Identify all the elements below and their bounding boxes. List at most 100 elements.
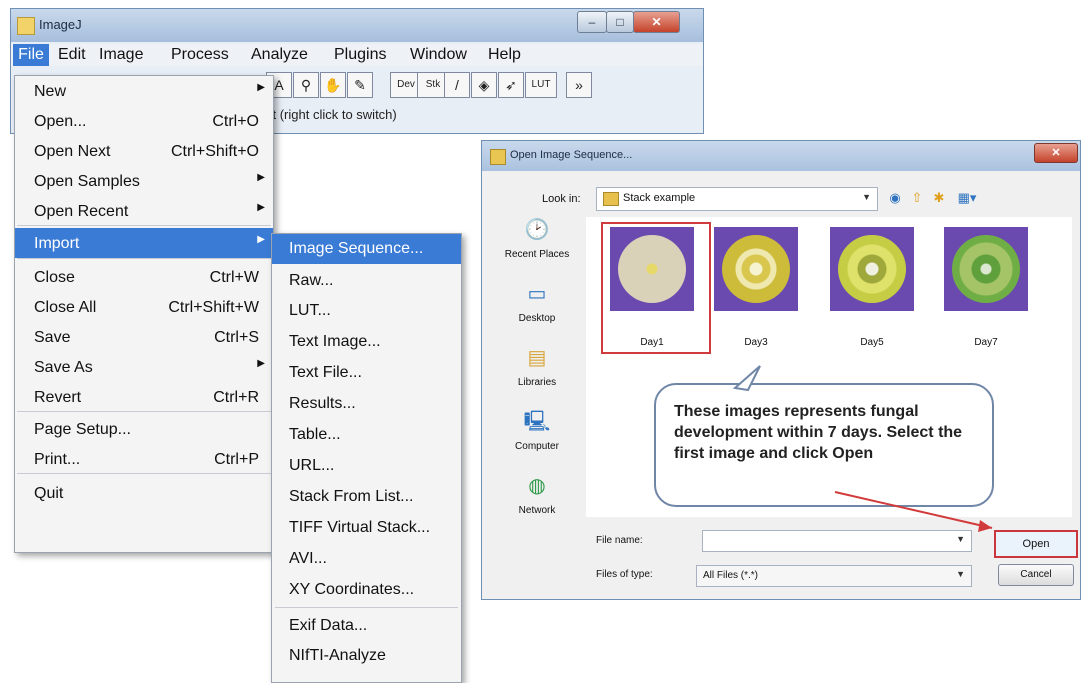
file-name: Day1 xyxy=(640,337,664,348)
file-menu-item[interactable]: Page Setup... xyxy=(15,414,273,444)
menu-item-label: TIFF Virtual Stack... xyxy=(289,519,431,536)
more-tools-icon[interactable]: » xyxy=(566,72,592,98)
file-thumbnail[interactable]: Day3 xyxy=(714,227,798,348)
menu-image[interactable]: Image xyxy=(99,44,143,66)
import-menu-item[interactable]: Raw... xyxy=(272,266,461,296)
folder-icon xyxy=(603,192,619,206)
imagej-app-icon xyxy=(17,17,35,35)
file-menu-item[interactable]: New ▶ xyxy=(15,76,273,106)
import-menu-item[interactable]: URL... xyxy=(272,451,461,481)
look-in-label: Look in: xyxy=(542,193,581,205)
menu-item-label: Save xyxy=(34,329,71,346)
petri-dish-image xyxy=(838,235,906,303)
import-menu-item[interactable]: XY Coordinates... xyxy=(272,575,461,605)
look-in-select[interactable]: Stack example ▼ xyxy=(596,187,878,211)
brush-icon[interactable]: / xyxy=(444,72,470,98)
menu-item-label: Quit xyxy=(34,485,64,502)
minimize-icon[interactable]: – xyxy=(577,11,607,33)
menu-separator xyxy=(17,258,271,259)
cancel-button[interactable]: Cancel xyxy=(998,564,1074,586)
file-thumbnail[interactable]: Day5 xyxy=(830,227,914,348)
file-menu-item[interactable]: Save Ctrl+S xyxy=(15,322,273,352)
import-menu-item[interactable]: Table... xyxy=(272,420,461,450)
menu-item-label: LUT... xyxy=(289,302,331,319)
chevron-down-icon: ▼ xyxy=(956,569,965,579)
place-item[interactable]: ▭ Desktop xyxy=(494,281,580,341)
places-bar: 🕑 Recent Places ▭ Desktop ▤ Libraries 🖳 Compute… xyxy=(494,217,580,537)
flood-fill-icon[interactable]: ◈ xyxy=(471,72,497,98)
open-image-sequence-dialog: Open Image Sequence... ✕ Look in: Stack … xyxy=(481,140,1081,600)
views-menu-icon[interactable]: ▦▾ xyxy=(952,189,982,207)
files-of-type-label: Files of type: xyxy=(596,569,653,580)
import-menu-item[interactable]: NIfTI-Analyze xyxy=(272,641,461,671)
import-menu-item[interactable]: Exif Data... xyxy=(272,611,461,641)
file-menu-item[interactable]: Open Next Ctrl+Shift+O xyxy=(15,136,273,166)
computer-icon: 🖳 xyxy=(523,411,551,433)
file-menu-item[interactable]: Print... Ctrl+P xyxy=(15,444,273,474)
import-menu-item[interactable]: Image Sequence... xyxy=(272,234,461,264)
files-of-type-value: All Files (*.*) xyxy=(703,570,759,581)
file-menu-item[interactable]: Open Samples ▶ xyxy=(15,166,273,196)
new-folder-icon[interactable]: ✱ xyxy=(930,189,948,207)
file-menu: New ▶ Open... Ctrl+O Open Next Ctrl+Shift+O Op… xyxy=(14,75,274,553)
import-menu-item[interactable]: Text File... xyxy=(272,358,461,388)
file-name-label: File name: xyxy=(596,535,643,546)
dialog-titlebar[interactable]: Open Image Sequence... ✕ xyxy=(482,141,1080,171)
menu-item-label: Open Recent xyxy=(34,203,129,220)
import-menu-item[interactable]: LUT... xyxy=(272,296,461,326)
menu-item-label: Open... xyxy=(34,113,87,130)
place-item[interactable]: ◍ Network xyxy=(494,473,580,533)
file-menu-item[interactable]: Save As ▶ xyxy=(15,352,273,382)
place-label: Libraries xyxy=(517,377,557,388)
menu-file[interactable]: File xyxy=(13,44,49,66)
maximize-icon[interactable]: □ xyxy=(606,11,634,33)
import-menu-item[interactable]: Stack From List... xyxy=(272,482,461,512)
menu-item-shortcut: Ctrl+Shift+O xyxy=(170,143,259,160)
file-thumbnail[interactable]: Day1 xyxy=(610,227,694,348)
menu-help[interactable]: Help xyxy=(488,44,521,66)
up-folder-icon[interactable]: ⇧ xyxy=(908,189,926,207)
file-menu-item[interactable]: Import ▶ xyxy=(15,228,273,258)
place-item[interactable]: 🖳 Computer xyxy=(494,409,580,469)
menu-process[interactable]: Process xyxy=(171,44,229,66)
import-menu-item[interactable]: Results... xyxy=(272,389,461,419)
import-menu-item[interactable]: TIFF Virtual Stack... xyxy=(272,513,461,543)
magnifier-icon[interactable]: ⚲ xyxy=(293,72,319,98)
file-name-input[interactable]: ▼ xyxy=(702,530,972,552)
file-menu-item[interactable]: Open Recent ▶ xyxy=(15,196,273,226)
import-menu-item[interactable]: Text Image... xyxy=(272,327,461,357)
file-menu-item[interactable]: Quit xyxy=(15,478,273,508)
file-thumbnail[interactable]: Day7 xyxy=(944,227,1028,348)
back-icon[interactable]: ◉ xyxy=(886,189,904,207)
menu-window[interactable]: Window xyxy=(410,44,467,66)
petri-dish-image xyxy=(722,235,790,303)
file-menu-item[interactable]: Close Ctrl+W xyxy=(15,262,273,292)
file-menu-item[interactable]: Revert Ctrl+R xyxy=(15,382,273,412)
network-icon: ◍ xyxy=(528,475,546,497)
menu-edit[interactable]: Edit xyxy=(58,44,86,66)
files-of-type-select[interactable]: All Files (*.*) ▼ xyxy=(696,565,972,587)
menu-item-label: XY Coordinates... xyxy=(289,581,415,598)
open-button[interactable]: Open xyxy=(994,530,1078,558)
arrow-tool-icon[interactable]: ➶ xyxy=(498,72,524,98)
file-menu-item[interactable]: Close All Ctrl+Shift+W xyxy=(15,292,273,322)
close-icon[interactable]: ✕ xyxy=(633,11,680,33)
menu-item-shortcut: Ctrl+Shift+W xyxy=(168,299,259,316)
place-item[interactable]: ▤ Libraries xyxy=(494,345,580,405)
chevron-down-icon[interactable]: ▼ xyxy=(956,534,965,544)
menu-analyze[interactable]: Analyze xyxy=(251,44,308,66)
menu-item-label: NIfTI-Analyze xyxy=(289,647,386,664)
menu-plugins[interactable]: Plugins xyxy=(334,44,386,66)
color-picker-icon[interactable]: ✎ xyxy=(347,72,373,98)
dialog-close-icon[interactable]: ✕ xyxy=(1034,143,1078,163)
file-menu-item[interactable]: Open... Ctrl+O xyxy=(15,106,273,136)
submenu-arrow-icon: ▶ xyxy=(257,234,265,245)
hand-icon[interactable]: ✋ xyxy=(320,72,346,98)
menu-item-shortcut: Ctrl+S xyxy=(214,329,259,346)
look-in-value: Stack example xyxy=(623,192,696,204)
lut-icon[interactable]: LUT xyxy=(525,72,557,98)
menu-item-label: Revert xyxy=(34,389,82,406)
place-item[interactable]: 🕑 Recent Places xyxy=(494,217,580,277)
imagej-titlebar[interactable]: ImageJ – □ ✕ xyxy=(11,9,703,42)
import-menu-item[interactable]: AVI... xyxy=(272,544,461,574)
